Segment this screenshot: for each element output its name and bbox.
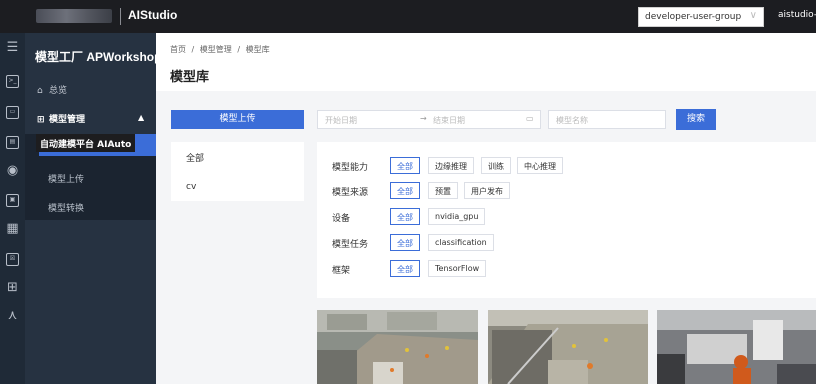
filter-option[interactable]: 全部 — [390, 182, 420, 199]
filter-option[interactable]: 全部 — [390, 260, 420, 277]
group-select-value: developer-user-group — [645, 12, 742, 22]
server-icon[interactable]: ▤ — [6, 136, 19, 149]
filter-label-framework: 框架 — [332, 266, 351, 276]
search-button[interactable]: 搜索 — [676, 109, 716, 130]
eye-icon[interactable]: ◉ — [6, 164, 19, 177]
model-card-thumbnail[interactable] — [317, 310, 478, 384]
breadcrumb-separator: / — [237, 45, 241, 54]
terminal-icon[interactable]: >_ — [6, 75, 19, 88]
filter-option[interactable]: 全部 — [390, 157, 420, 174]
filter-option[interactable]: 全部 — [390, 234, 420, 251]
model-upload-button[interactable]: 模型上传 — [171, 110, 304, 129]
filter-option[interactable]: 训练 — [481, 157, 511, 174]
control-room-image — [657, 310, 816, 384]
chevron-up-icon[interactable]: ▲ — [138, 113, 144, 122]
user-name[interactable]: aistudio-test — [778, 10, 816, 20]
app-title[interactable]: AIStudio — [128, 8, 177, 22]
home-icon: ⌂ — [37, 86, 43, 96]
end-date-field[interactable]: 结束日期 — [433, 115, 465, 126]
submenu-item-model-convert[interactable]: 模型转换 — [48, 201, 84, 214]
filter-option[interactable]: nvidia_gpu — [428, 208, 486, 225]
sidebar-item-model-management[interactable]: ⊞ 模型管理 — [37, 112, 85, 125]
date-range-picker[interactable]: 开始日期 → 结束日期 ▭ — [317, 110, 541, 129]
filter-label-capability: 模型能力 — [332, 163, 369, 173]
filter-label-source: 模型来源 — [332, 188, 369, 198]
sidebar-item-overview[interactable]: ⌂ 总览 — [37, 83, 67, 96]
grid-icon[interactable]: ⊞ — [6, 281, 19, 294]
arrow-icon: → — [420, 114, 427, 123]
filter-option[interactable]: 中心推理 — [517, 157, 563, 174]
filter-option[interactable]: classification — [428, 234, 494, 251]
model-card-thumbnail[interactable] — [657, 310, 816, 384]
filter-label-device: 设备 — [332, 214, 351, 224]
filter-option[interactable]: TensorFlow — [428, 260, 487, 277]
chevron-down-icon: ∨ — [749, 10, 757, 21]
company-logo[interactable] — [36, 9, 112, 23]
page-title: 模型库 — [170, 70, 210, 85]
icon-rail: ☰ >_ ▭ ▤ ◉ ▣ ▦ ☒ ⊞ ⋏ — [0, 33, 25, 384]
grid-small-icon: ⊞ — [37, 115, 45, 125]
sidebar-item-label: 总览 — [49, 86, 68, 96]
screen-icon[interactable]: ▣ — [6, 194, 19, 207]
category-cv[interactable]: cv — [186, 182, 196, 192]
breadcrumb: 首页 / 模型管理 / 模型库 — [170, 44, 273, 55]
filter-label-task: 模型任务 — [332, 240, 369, 250]
building-icon[interactable]: ▦ — [6, 222, 19, 235]
calendar-icon: ▭ — [526, 114, 534, 123]
filter-option[interactable]: 全部 — [390, 208, 420, 225]
page-header — [156, 33, 816, 91]
tooltip: 自动建模平台 AIAuto — [36, 134, 136, 152]
box-icon[interactable]: ☒ — [6, 253, 19, 266]
submenu-item-model-upload[interactable]: 模型上传 — [48, 172, 84, 185]
filter-option[interactable]: 预置 — [428, 182, 458, 199]
construction-site-image — [317, 310, 478, 384]
filter-option[interactable]: 用户发布 — [464, 182, 510, 199]
start-date-field[interactable]: 开始日期 — [325, 115, 357, 126]
topbar-divider — [120, 8, 121, 25]
category-all[interactable]: 全部 — [186, 151, 204, 164]
breadcrumb-home[interactable]: 首页 — [170, 45, 186, 54]
breadcrumb-separator: / — [191, 45, 195, 54]
breadcrumb-model-management[interactable]: 模型管理 — [200, 45, 232, 54]
group-select[interactable]: developer-user-group ∨ — [638, 7, 764, 27]
filter-option[interactable]: 边缘推理 — [428, 157, 474, 174]
list-icon[interactable]: ☰ — [6, 41, 19, 54]
sidebar-item-label: 模型管理 — [49, 115, 86, 125]
image-icon[interactable]: ▭ — [6, 106, 19, 119]
model-card-thumbnail[interactable] — [488, 310, 648, 384]
network-icon[interactable]: ⋏ — [6, 309, 19, 322]
model-name-input[interactable]: 模型名称 — [548, 110, 666, 129]
worksite-image — [488, 310, 648, 384]
breadcrumb-current: 模型库 — [245, 45, 270, 54]
sidebar-title: 模型工厂 APWorkshop — [35, 50, 162, 64]
